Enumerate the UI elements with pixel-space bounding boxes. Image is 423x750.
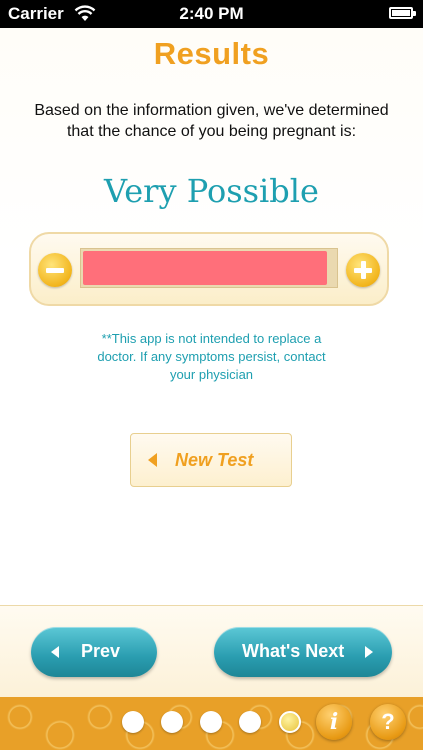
arrow-left-icon	[51, 646, 59, 658]
whats-next-button[interactable]: What's Next	[214, 627, 392, 677]
status-time: 2:40 PM	[179, 4, 244, 23]
prev-button[interactable]: Prev	[31, 627, 157, 677]
meter-fill	[83, 251, 327, 285]
page-dot-3[interactable]	[200, 711, 222, 733]
footer-bar: i ?	[0, 697, 423, 750]
status-bar: Carrier 2:40 PM	[0, 0, 423, 28]
arrow-left-icon	[148, 453, 157, 467]
help-icon[interactable]: ?	[370, 704, 406, 740]
battery-icon	[389, 7, 416, 19]
prev-label: Prev	[81, 641, 121, 661]
minus-button[interactable]	[38, 253, 72, 287]
new-test-button[interactable]: New Test	[130, 433, 292, 487]
results-screen: Results Based on the information given, …	[0, 28, 423, 605]
minus-icon	[46, 268, 64, 273]
page-dot-4[interactable]	[239, 711, 261, 733]
page-dot-2[interactable]	[161, 711, 183, 733]
likelihood-meter	[29, 232, 389, 306]
intro-text: Based on the information given, we've de…	[34, 102, 389, 140]
disclaimer-text: **This app is not intended to replace a …	[97, 331, 326, 382]
new-test-label: New Test	[175, 450, 254, 470]
meter-track	[80, 248, 338, 288]
plus-button[interactable]	[346, 253, 380, 287]
arrow-right-icon	[365, 646, 373, 658]
info-icon[interactable]: i	[316, 704, 352, 740]
page-title: Results	[153, 36, 270, 71]
page-dot-1[interactable]	[122, 711, 144, 733]
whats-next-label: What's Next	[242, 641, 345, 661]
navigation-bar: Prev What's Next	[0, 605, 423, 698]
likelihood-result: Very Possible	[104, 172, 319, 210]
page-dot-5-active[interactable]	[279, 711, 301, 733]
